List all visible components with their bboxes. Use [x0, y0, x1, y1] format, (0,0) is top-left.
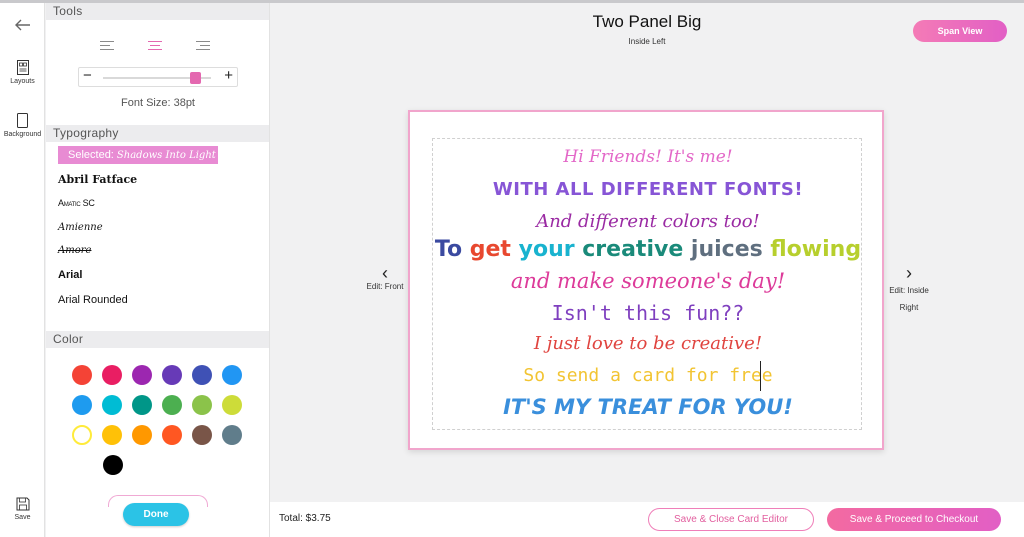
tools-panel: Tools − + Font Size: 38pt Typography Sel… — [46, 3, 270, 537]
color-heading: Color — [46, 331, 269, 348]
page-title: Two Panel Big — [592, 12, 702, 31]
edit-inside-right-nav[interactable]: › Edit: Inside Right — [882, 264, 936, 316]
card-line-4[interactable]: To get your creative juices flowing — [433, 237, 863, 262]
card-line-8[interactable]: So send a card for free — [433, 365, 863, 386]
font-size-thumb[interactable] — [189, 72, 201, 84]
color-swatch[interactable] — [132, 365, 152, 385]
card-line-9[interactable]: IT'S MY TREAT FOR YOU! — [433, 395, 863, 419]
card-line-3[interactable]: And different colors too! — [433, 211, 863, 232]
edit-inside-right-label: Edit: Inside Right — [889, 286, 929, 312]
color-swatch[interactable] — [192, 425, 212, 445]
font-option-amore[interactable]: Amore — [58, 245, 91, 256]
selected-font-name: Shadows Into Light — [116, 150, 216, 161]
card-line-4-word: To — [434, 237, 470, 262]
font-size-track[interactable] — [103, 72, 211, 84]
layouts-label: Layouts — [10, 78, 35, 85]
panel-subtitle: Inside Left — [628, 37, 666, 46]
layouts-icon — [16, 60, 29, 75]
font-option-arial[interactable]: Arial — [58, 269, 82, 281]
selected-font-banner: Selected: Shadows Into Light — [58, 146, 218, 164]
card-line-5[interactable]: and make someone's day! — [433, 269, 863, 293]
typography-heading: Typography — [46, 125, 269, 142]
font-size-slider[interactable]: − + — [78, 67, 238, 87]
back-arrow-icon — [14, 19, 30, 31]
text-box[interactable]: Hi Friends! It's me! WITH ALL DIFFERENT … — [432, 138, 862, 430]
chevron-right-icon: › — [906, 263, 912, 283]
chevron-left-icon: ‹ — [382, 263, 388, 283]
tools-heading: Tools — [46, 3, 269, 20]
color-swatch[interactable] — [162, 425, 182, 445]
color-swatch[interactable] — [222, 365, 242, 385]
background-label: Background — [3, 131, 42, 138]
card-line-4-word: flowing — [770, 237, 862, 262]
done-button[interactable]: Done — [123, 503, 189, 526]
font-option-amatic-sc[interactable]: Amatic SC — [58, 198, 95, 208]
footer-bar: Total: $3.75 Save & Close Card Editor Sa… — [270, 502, 1024, 537]
save-proceed-button[interactable]: Save & Proceed to Checkout — [827, 508, 1001, 531]
align-center-icon[interactable] — [148, 41, 164, 53]
left-rail: Layouts Background Save — [0, 3, 45, 537]
align-left-icon[interactable] — [100, 41, 116, 53]
alignment-controls — [100, 41, 220, 55]
increase-font-size-button[interactable]: + — [224, 67, 233, 84]
color-swatch[interactable] — [192, 365, 212, 385]
card-line-4-word: get — [469, 237, 519, 262]
color-swatch[interactable] — [72, 365, 92, 385]
text-cursor — [760, 361, 761, 391]
total-price: Total: $3.75 — [279, 513, 331, 524]
back-button[interactable] — [0, 19, 45, 34]
font-option-amienne[interactable]: Amienne — [58, 222, 103, 233]
color-swatch[interactable] — [102, 395, 122, 415]
color-swatch[interactable] — [103, 455, 123, 475]
span-view-button[interactable]: Span View — [913, 20, 1007, 42]
color-swatch[interactable] — [102, 365, 122, 385]
decrease-font-size-button[interactable]: − — [83, 67, 92, 84]
layouts-button[interactable]: Layouts — [0, 60, 45, 85]
color-swatch[interactable] — [222, 395, 242, 415]
color-swatch[interactable] — [102, 425, 122, 445]
selected-font-prefix: Selected: — [68, 149, 117, 161]
color-swatch[interactable] — [132, 425, 152, 445]
edit-front-nav[interactable]: ‹ Edit: Front — [360, 264, 410, 291]
card-line-6[interactable]: Isn't this fun?? — [433, 301, 863, 325]
card-line-4-word: juices — [690, 237, 771, 262]
color-swatch[interactable] — [192, 395, 212, 415]
color-swatch[interactable] — [162, 365, 182, 385]
color-swatch[interactable] — [162, 395, 182, 415]
font-size-label: Font Size: 38pt — [121, 97, 195, 109]
color-swatch[interactable] — [72, 395, 92, 415]
save-close-button[interactable]: Save & Close Card Editor — [648, 508, 814, 531]
align-right-icon[interactable] — [196, 41, 212, 53]
color-swatch[interactable] — [222, 425, 242, 445]
save-label: Save — [14, 514, 31, 521]
card-line-7[interactable]: I just love to be creative! — [433, 333, 863, 354]
font-option-arial-rounded[interactable]: Arial Rounded — [58, 294, 128, 306]
card-line-2[interactable]: WITH ALL DIFFERENT FONTS! — [433, 179, 863, 200]
edit-front-label: Edit: Front — [366, 282, 404, 291]
color-swatch[interactable] — [72, 425, 92, 445]
color-swatch[interactable] — [132, 395, 152, 415]
card-panel[interactable]: Hi Friends! It's me! WITH ALL DIFFERENT … — [408, 110, 884, 450]
save-button[interactable]: Save — [0, 497, 45, 521]
card-line-4-word: creative — [582, 237, 691, 262]
card-line-4-word: your — [518, 237, 583, 262]
font-option-abril-fatface[interactable]: Abril Fatface — [58, 173, 137, 186]
save-icon — [16, 497, 29, 511]
background-button[interactable]: Background — [0, 113, 45, 138]
background-icon — [17, 113, 28, 128]
card-line-1[interactable]: Hi Friends! It's me! — [433, 147, 863, 167]
